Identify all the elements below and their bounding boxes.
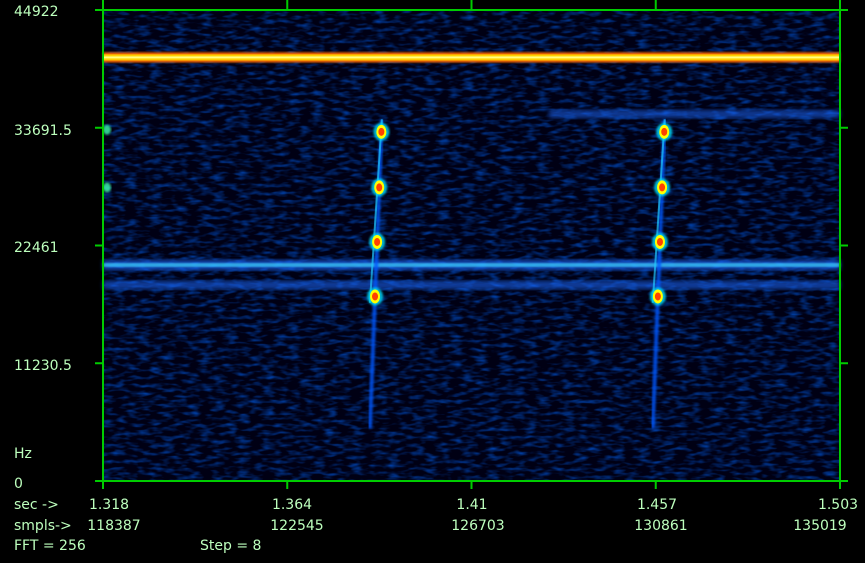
hotspot-core — [659, 183, 666, 192]
hotspot-core — [376, 183, 383, 192]
step-size-label: Step = 8 — [200, 538, 262, 554]
y-tick-label: 44922 — [14, 4, 59, 20]
edge-hotspot — [102, 124, 111, 135]
fft-size-label: FFT = 256 — [14, 538, 86, 554]
hotspot-core — [374, 237, 381, 246]
x-tick-samples: 130861 — [634, 518, 688, 534]
x-tick-sec: 1.41 — [456, 497, 488, 513]
hotspot-core — [372, 292, 379, 301]
x-tick-samples: 126703 — [451, 518, 505, 534]
y-tick-label: 11230.5 — [14, 358, 72, 374]
hotspot-core — [654, 292, 661, 301]
noise-band-core — [103, 263, 840, 268]
y-tick-label: 0 — [14, 476, 23, 492]
noise-band — [103, 280, 840, 290]
x-axis-sec-label: sec -> — [14, 497, 59, 513]
hotspot-core — [378, 127, 385, 136]
hotspot-core — [661, 127, 668, 136]
y-tick-label: 22461 — [14, 240, 59, 256]
noise-band — [549, 109, 840, 119]
y-tick-label: 33691.5 — [14, 123, 72, 139]
x-tick-samples: 135019 — [793, 518, 847, 534]
x-tick-samples: 122545 — [270, 518, 324, 534]
y-axis-unit-label: Hz — [14, 446, 32, 462]
x-tick-sec: 1.503 — [817, 497, 859, 513]
x-tick-sec: 1.318 — [88, 497, 130, 513]
noise-texture — [103, 10, 840, 481]
x-tick-sec: 1.364 — [271, 497, 313, 513]
hotspot-core — [656, 237, 663, 246]
edge-hotspot — [102, 182, 111, 193]
x-tick-samples: 118387 — [87, 518, 141, 534]
x-tick-sec: 1.457 — [636, 497, 678, 513]
spectrogram-chart — [95, 0, 848, 489]
tone-band-core — [103, 56, 840, 59]
x-axis-samples-label: smpls-> — [14, 518, 72, 534]
